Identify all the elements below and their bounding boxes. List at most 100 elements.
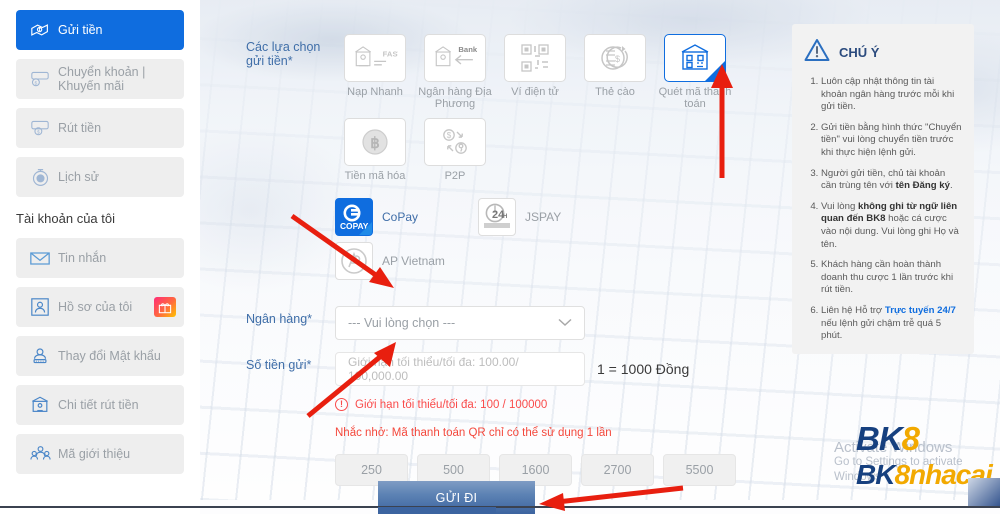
sidebar-item-change-password[interactable]: Thay đổi Mật khẩu (16, 336, 184, 376)
notice-item: Khách hàng cần hoàn thành doanh thu cược… (821, 259, 962, 297)
withdraw-icon: $ (26, 119, 54, 137)
bk8-logo-top-blue: BK (856, 420, 903, 457)
chevron-down-icon (558, 316, 572, 330)
sidebar-item-label: Gửi tiền (58, 23, 103, 37)
jspay-logo-icon[interactable]: 24 H (478, 198, 517, 236)
svg-text:Bank: Bank (458, 45, 477, 54)
sidebar-item-label: Thay đổi Mật khẩu (58, 349, 161, 363)
bk8-logo-top: BK8 (856, 422, 992, 455)
deposit-option-label: Nạp Nhanh (347, 86, 403, 98)
bk8-logo-top-yellow: 8 (901, 420, 920, 457)
svg-text:H: H (503, 214, 507, 220)
envelope-icon (26, 250, 54, 267)
page-corner-decoration (968, 478, 1000, 506)
provider-row-1: COPAY CoPay 24 H JSPAY (335, 198, 735, 236)
sidebar-item-messages[interactable]: Tin nhắn (16, 238, 184, 278)
sidebar: Gửi tiền $ Chuyển khoản | Khuyến mãi $ R… (0, 0, 200, 514)
sidebar-item-transfer-promo[interactable]: $ Chuyển khoản | Khuyến mãi (16, 59, 184, 99)
deposit-option-fast[interactable]: FAST Nạp Nhanh (335, 34, 415, 110)
quick-amount-chip[interactable]: 5500 (663, 454, 736, 486)
provider-row-2: AP Vietnam (335, 242, 735, 280)
warning-triangle-icon (804, 38, 830, 67)
deposit-option-qr-scan-pay[interactable]: ✓ Quét mã thanh toán (655, 34, 735, 110)
bitcoin-icon[interactable]: ฿ (344, 118, 406, 166)
qr-wallet-icon[interactable] (504, 34, 566, 82)
notice-list: Luôn cập nhật thông tin tài khoản ngân h… (804, 76, 962, 343)
sidebar-item-referral-code[interactable]: Mã giới thiệu (16, 434, 184, 474)
deposit-option-local-bank[interactable]: Bank Ngân hàng Địa Phương (415, 34, 495, 110)
notice-item: Vui lòng không ghi từ ngữ liên quan đến … (821, 201, 962, 251)
deposit-page: Gửi tiền $ Chuyển khoản | Khuyến mãi $ R… (0, 0, 1000, 514)
error-text: Giới hạn tối thiểu/tối đa: 100 / 100000 (355, 398, 548, 411)
quick-amount-chip[interactable]: 2700 (581, 454, 654, 486)
notice-item-text: Khách hàng cần hoàn thành doanh thu cược… (821, 259, 954, 296)
ap-vietnam-logo-icon[interactable] (335, 242, 373, 280)
notice-item-text: Gửi tiền bằng hình thức "Chuyển tiền" vu… (821, 121, 962, 158)
notice-item: Luôn cập nhật thông tin tài khoản ngân h… (821, 76, 962, 114)
amount-label: Số tiền gửi* (246, 358, 312, 372)
sidebar-item-history[interactable]: Lịch sử (16, 157, 184, 197)
provider-name: JSPAY (525, 210, 562, 224)
sidebar-item-label: Chuyển khoản | Khuyến mãi (58, 65, 146, 93)
deposit-option-label: Tiền mã hóa (344, 170, 406, 182)
bank-label: Ngân hàng* (246, 312, 313, 326)
reminder-spacer (200, 427, 335, 439)
svg-text:$: $ (615, 54, 620, 64)
notice-item: Liên hệ Hỗ trợ Trực tuyến 24/7 nếu lệnh … (821, 305, 962, 343)
copay-logo-icon[interactable]: COPAY (335, 198, 373, 236)
sidebar-item-label: Lịch sử (58, 170, 100, 184)
svg-text:฿: ฿ (370, 135, 380, 152)
selected-check-icon: ✓ (715, 70, 723, 80)
deposit-option-p2p[interactable]: $ P2P (415, 118, 495, 182)
sidebar-item-label: Mã giới thiệu (58, 447, 131, 461)
deposit-option-label: Ngân hàng Địa Phương (418, 86, 492, 110)
provider-name: AP Vietnam (382, 254, 445, 268)
notice-item-strong: tên Đăng ký (895, 180, 950, 192)
sidebar-item-label: Chi tiết rút tiền (58, 398, 139, 412)
sidebar-item-label: Hồ sơ của tôi (58, 300, 133, 314)
amount-input[interactable]: Giới hạn tối thiểu/tối đa: 100.00/ 100,0… (335, 352, 585, 386)
svg-text:FAST: FAST (383, 49, 398, 58)
qr-reminder-text: Nhắc nhở: Mã thanh toán QR chỉ có thể sử… (335, 427, 612, 439)
provider-copay[interactable]: COPAY CoPay (335, 198, 418, 236)
bank-select-value: --- Vui lòng chọn --- (348, 316, 456, 330)
deposit-option-crypto[interactable]: ฿ Tiền mã hóa (335, 118, 415, 182)
bottom-accent-tab (378, 507, 496, 514)
deposit-option-label: Quét mã thanh toán (658, 86, 732, 110)
fast-bank-icon[interactable]: FAST (344, 34, 406, 82)
deposit-option-scratch-card[interactable]: $ Thẻ cào (575, 34, 655, 110)
notice-panel: CHÚ Ý Luôn cập nhật thông tin tài khoản … (792, 24, 974, 354)
sidebar-item-deposit[interactable]: Gửi tiền (16, 10, 184, 50)
sidebar-item-withdraw[interactable]: $ Rút tiền (16, 108, 184, 148)
sidebar-item-profile[interactable]: Hồ sơ của tôi (16, 287, 184, 327)
local-bank-icon[interactable]: Bank (424, 34, 486, 82)
bottom-divider (0, 506, 1000, 508)
notice-header: CHÚ Ý (804, 38, 962, 67)
sidebar-item-withdraw-detail[interactable]: Chi tiết rút tiền (16, 385, 184, 425)
svg-text:COPAY: COPAY (340, 221, 369, 231)
provider-jspay[interactable]: 24 H JSPAY (478, 198, 561, 236)
p2p-exchange-icon[interactable]: $ (424, 118, 486, 166)
password-user-icon (26, 346, 54, 366)
limit-error-message: ! Giới hạn tối thiểu/tối đa: 100 / 10000… (335, 398, 547, 411)
qr-scan-pay-icon[interactable]: ✓ (664, 34, 726, 82)
svg-text:$: $ (35, 81, 38, 87)
scratch-card-icon[interactable]: $ (584, 34, 646, 82)
notice-item-text-post: nếu lệnh gửi chậm trễ quá 5 phút. (821, 317, 942, 342)
notice-item-text: Liên hệ Hỗ trợ (821, 304, 885, 316)
deposit-option-label: P2P (444, 170, 466, 182)
history-clock-icon (26, 167, 54, 188)
support-link[interactable]: Trực tuyến 24/7 (885, 305, 956, 316)
deposit-option-ewallet[interactable]: Ví điện tử (495, 34, 575, 110)
deposit-options-label: Các lựa chọn gửi tiền* (246, 40, 321, 68)
notice-item-text-post: . (949, 180, 953, 192)
svg-text:$: $ (37, 130, 40, 136)
deposit-options-grid: FAST Nạp Nhanh Bank (335, 34, 735, 182)
notice-item: Người gửi tiền, chủ tài khoản cần trùng … (821, 168, 962, 193)
bank-detail-icon (26, 395, 54, 415)
deposit-option-label: Ví điện tử (511, 86, 559, 98)
provider-ap-vietnam[interactable]: AP Vietnam (335, 242, 445, 280)
notice-item-text: Luôn cập nhật thông tin tài khoản ngân h… (821, 76, 955, 113)
referral-people-icon (26, 444, 54, 464)
bank-select[interactable]: --- Vui lòng chọn --- (335, 306, 585, 340)
